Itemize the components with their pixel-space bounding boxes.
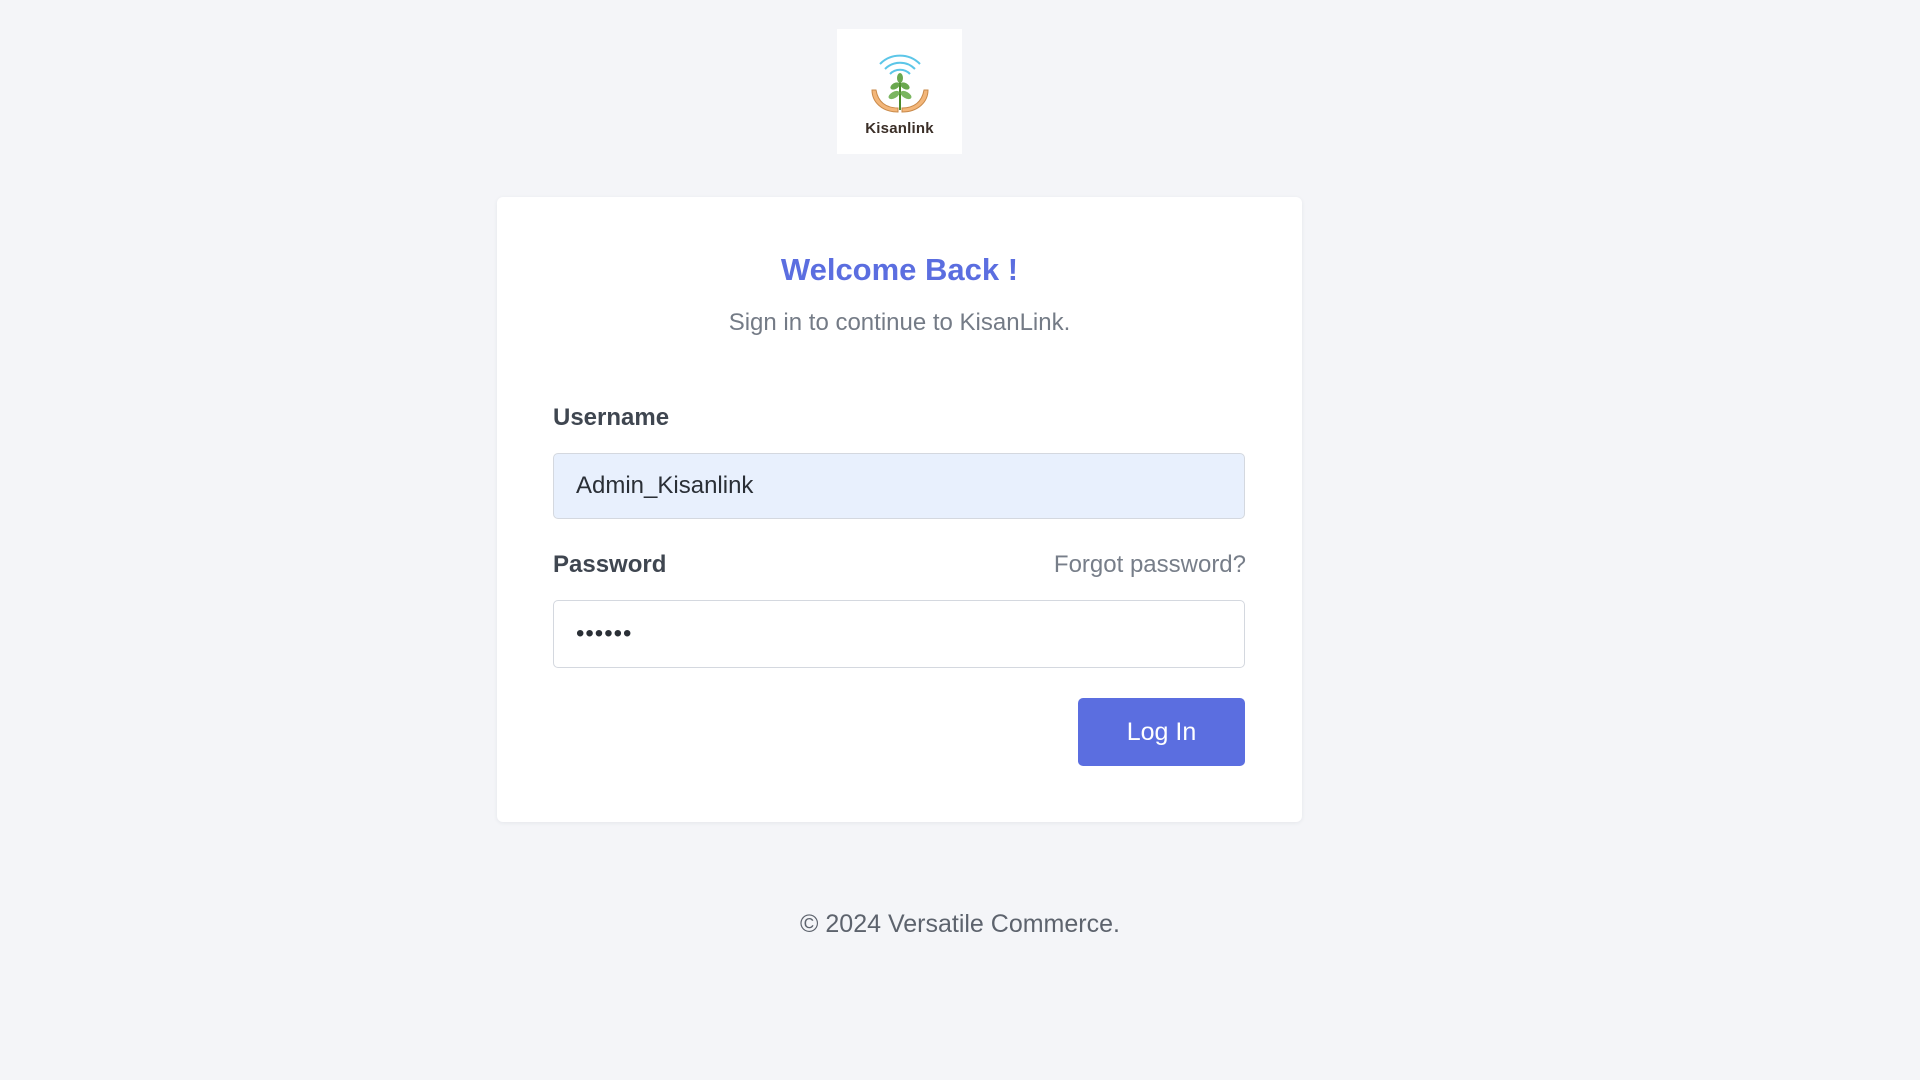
footer-copyright: © 2024 Versatile Commerce. xyxy=(800,910,1120,938)
login-page: Kisanlink Welcome Back ! Sign in to cont… xyxy=(0,0,1920,1080)
login-button[interactable]: Log In xyxy=(1078,698,1245,766)
login-subtitle: Sign in to continue to KisanLink. xyxy=(728,309,1071,336)
plant-in-hands-icon xyxy=(870,54,929,113)
username-input[interactable] xyxy=(553,453,1245,519)
username-label: Username xyxy=(553,404,670,431)
password-input[interactable] xyxy=(553,600,1245,668)
password-label: Password xyxy=(553,551,667,578)
brand-logo: Kisanlink xyxy=(837,29,962,154)
login-title: Welcome Back ! xyxy=(780,252,1019,287)
logo-text: Kisanlink xyxy=(865,120,934,137)
forgot-password-link[interactable]: Forgot password? xyxy=(1054,551,1246,579)
login-card: Welcome Back ! Sign in to continue to Ki… xyxy=(497,197,1302,822)
